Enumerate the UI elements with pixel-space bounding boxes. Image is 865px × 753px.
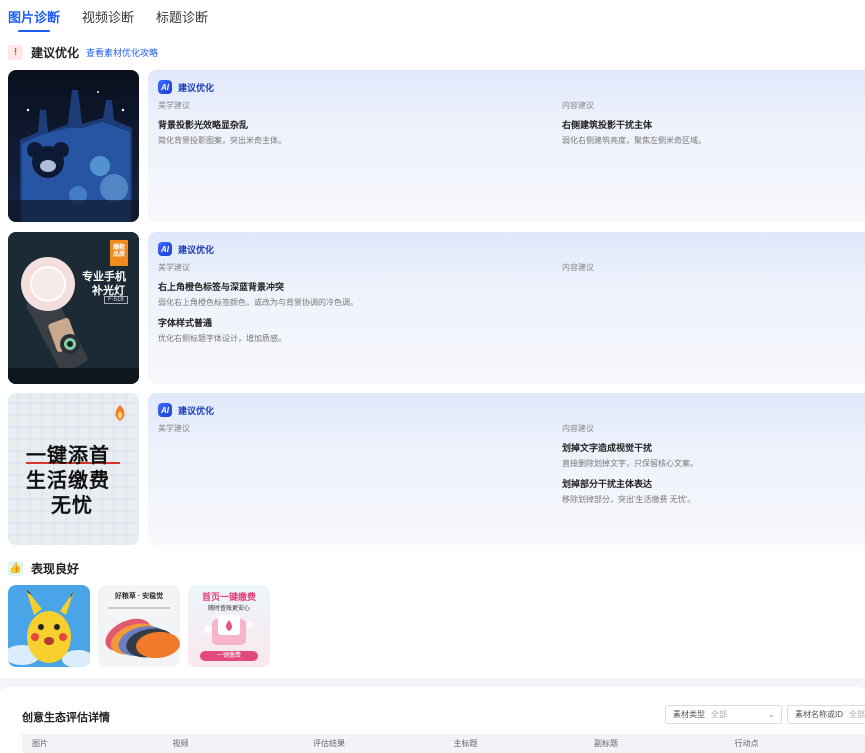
material-type-select[interactable]: 素材类型 全部 ⌄ <box>665 705 782 724</box>
advice-item-desc: 简化背景投影图案，突出米奇主体。 <box>158 136 286 145</box>
tab-title-diagnosis[interactable]: 标题诊断 <box>156 9 208 31</box>
column-header-image[interactable]: 图片 <box>22 738 163 749</box>
advice-title: 建议优化 <box>178 405 215 416</box>
suggest-section-header: ! 建议优化 查看素材优化攻略 <box>8 44 158 61</box>
advice-item: 右上角橙色标签与深蓝背景冲突 弱化右上角橙色标签颜色，或改为与背景协调的冷色调。 <box>158 280 458 308</box>
material-type-label: 素材类型 <box>673 710 705 719</box>
diagnosis-tabs: 图片诊断 视频诊断 标题诊断 <box>8 9 208 32</box>
ecosystem-details-panel: 创意生态评估详情 素材类型 全部 ⌄ 素材名称或ID 全部 图片 视频 评估结果… <box>0 687 865 753</box>
suggestion-card: 一键添首 生活缴费 无忧 AI 建议优化 美学建议 内容建议 划掉文字造成视觉干… <box>8 393 865 545</box>
good-thumbnail-3[interactable]: 首页一键缴费 随时查账更安心 一键缴费 <box>188 585 270 667</box>
aesthetic-advice: 美学建议 背景投影光效略显杂乱 简化背景投影图案，突出米奇主体。 <box>158 100 458 154</box>
aesthetic-label: 美学建议 <box>158 101 190 110</box>
diagnosis-panel: 图片诊断 视频诊断 标题诊断 ! 建议优化 查看素材优化攻略 AI 建议优化 美… <box>0 0 865 678</box>
advice-item-desc: 直接删除划掉文字，只保留核心文案。 <box>562 459 698 468</box>
material-name-value: 全部 <box>849 710 865 719</box>
product-model: F-518 <box>104 296 128 304</box>
details-table-header: 图片 视频 评估结果 主标题 副标题 行动点 <box>22 734 865 753</box>
advice-item-desc: 弱化右侧建筑亮度，聚焦左侧米奇区域。 <box>562 136 706 145</box>
material-thumbnail-2[interactable]: 爆款 品质 专业手机 补光灯 F-518 <box>8 232 139 384</box>
advice-item-title: 右上角橙色标签与深蓝背景冲突 <box>158 282 285 292</box>
advice-item-title: 划掉文字造成视觉干扰 <box>562 443 653 453</box>
optimization-guide-link[interactable]: 查看素材优化攻略 <box>86 46 158 59</box>
advice-panel: AI 建议优化 美学建议 背景投影光效略显杂乱 简化背景投影图案，突出米奇主体。… <box>148 70 865 222</box>
suggestion-card: AI 建议优化 美学建议 背景投影光效略显杂乱 简化背景投影图案，突出米奇主体。… <box>8 70 865 222</box>
good-section-header: 👍 表现良好 <box>8 560 79 577</box>
aesthetic-advice: 美学建议 <box>158 423 458 441</box>
warning-icon: ! <box>8 45 23 60</box>
advice-title: 建议优化 <box>178 244 215 255</box>
good-material-list: 好粮草 · 安稳觉 首页一键缴费 随时查账更安心 一键缴费 <box>8 585 270 667</box>
advice-item-desc: 弱化右上角橙色标签颜色，或改为与背景协调的冷色调。 <box>158 298 358 307</box>
column-header-action[interactable]: 行动点 <box>725 738 865 749</box>
content-advice: 内容建议 <box>562 262 862 280</box>
advice-item: 划掉文字造成视觉干扰 直接删除划掉文字，只保留核心文案。 <box>562 441 862 469</box>
material-type-value: 全部 <box>711 710 727 719</box>
advice-item: 划掉部分干扰主体表达 移除划掉部分，突出'生活缴费 无忧'。 <box>562 477 862 505</box>
ai-icon: AI <box>158 242 172 256</box>
good-thumbnail-2[interactable]: 好粮草 · 安稳觉 <box>98 585 180 667</box>
content-label: 内容建议 <box>562 101 594 110</box>
tab-image-diagnosis[interactable]: 图片诊断 <box>8 9 60 32</box>
ecosystem-details-title: 创意生态评估详情 <box>22 712 110 724</box>
content-advice: 内容建议 划掉文字造成视觉干扰 直接删除划掉文字，只保留核心文案。 划掉部分干扰… <box>562 423 862 513</box>
advice-item-title: 右侧建筑投影干扰主体 <box>562 120 653 130</box>
suggest-section-title: 建议优化 <box>31 46 80 60</box>
ai-icon: AI <box>158 80 172 94</box>
material-thumbnail-1[interactable] <box>8 70 139 222</box>
advice-item-desc: 移除划掉部分，突出'生活缴费 无忧'。 <box>562 495 696 504</box>
advice-header: AI 建议优化 <box>158 80 855 94</box>
slogan-line3: 无忧 <box>51 495 93 517</box>
aesthetic-label: 美学建议 <box>158 263 190 272</box>
column-header-main-title[interactable]: 主标题 <box>444 738 585 749</box>
chevron-down-icon: ⌄ <box>768 710 775 719</box>
good-section-title: 表现良好 <box>31 562 80 576</box>
advice-header: AI 建议优化 <box>158 403 855 417</box>
column-header-video[interactable]: 视频 <box>163 738 304 749</box>
material-name-filter[interactable]: 素材名称或ID 全部 <box>787 705 865 724</box>
advice-panel: AI 建议优化 美学建议 内容建议 划掉文字造成视觉干扰 直接删除划掉文字，只保… <box>148 393 865 545</box>
material-name-label: 素材名称或ID <box>795 710 843 719</box>
advice-item: 字体样式普通 优化右侧标题字体设计，增加质感。 <box>158 316 458 344</box>
aesthetic-advice: 美学建议 右上角橙色标签与深蓝背景冲突 弱化右上角橙色标签颜色，或改为与背景协调… <box>158 262 458 352</box>
advice-item: 背景投影光效略显杂乱 简化背景投影图案，突出米奇主体。 <box>158 118 458 146</box>
tab-video-diagnosis[interactable]: 视频诊断 <box>82 9 134 31</box>
advice-item-title: 背景投影光效略显杂乱 <box>158 120 249 130</box>
thumbs-up-icon: 👍 <box>8 561 23 576</box>
content-label: 内容建议 <box>562 424 594 433</box>
material-thumbnail-3[interactable]: 一键添首 生活缴费 无忧 <box>8 393 139 545</box>
content-label: 内容建议 <box>562 263 594 272</box>
pikachu-image <box>8 585 90 667</box>
suggestion-card: 爆款 品质 专业手机 补光灯 F-518 AI 建议优化 美学建议 右上角橙色标… <box>8 232 865 384</box>
page: 图片诊断 视频诊断 标题诊断 ! 建议优化 查看素材优化攻略 AI 建议优化 美… <box>0 0 865 753</box>
column-header-result[interactable]: 评估结果 <box>303 738 444 749</box>
advice-item: 右侧建筑投影干扰主体 弱化右侧建筑亮度，聚焦左侧米奇区域。 <box>562 118 862 146</box>
aesthetic-label: 美学建议 <box>158 424 190 433</box>
advice-item-desc: 优化右侧标题字体设计，增加质感。 <box>158 334 286 343</box>
pay-now-button[interactable]: 一键缴费 <box>200 651 258 661</box>
advice-item-title: 划掉部分干扰主体表达 <box>562 479 653 489</box>
good-thumbnail-1[interactable] <box>8 585 90 667</box>
pillow-title: 好粮草 · 安稳觉 <box>114 593 164 600</box>
advice-item-title: 字体样式普通 <box>158 318 213 328</box>
content-advice: 内容建议 右侧建筑投影干扰主体 弱化右侧建筑亮度，聚焦左侧米奇区域。 <box>562 100 862 154</box>
castle-projection-image <box>8 70 139 222</box>
column-header-subtitle[interactable]: 副标题 <box>584 738 725 749</box>
advice-panel: AI 建议优化 美学建议 右上角橙色标签与深蓝背景冲突 弱化右上角橙色标签颜色，… <box>148 232 865 384</box>
hot-product-badge: 爆款 品质 <box>110 240 128 266</box>
ai-icon: AI <box>158 403 172 417</box>
advice-title: 建议优化 <box>178 82 215 93</box>
advice-header: AI 建议优化 <box>158 242 855 256</box>
